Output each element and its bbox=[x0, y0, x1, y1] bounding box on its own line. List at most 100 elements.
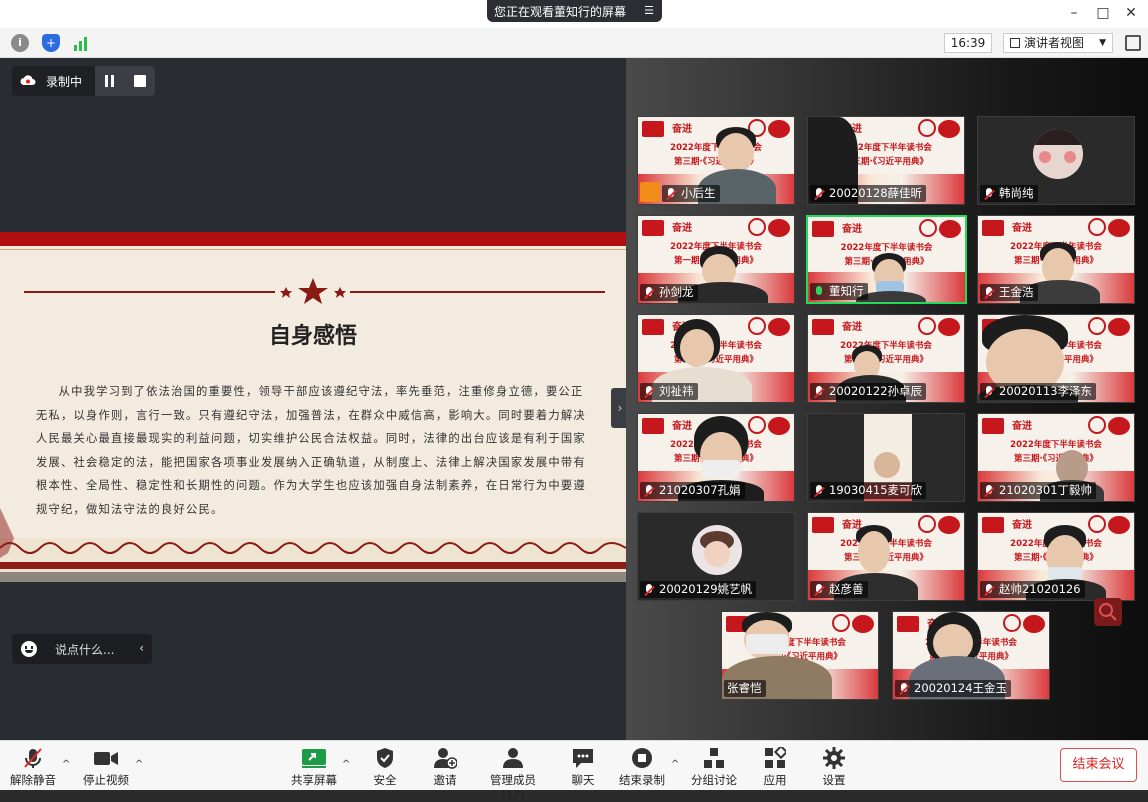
participant-name-label: 19030415麦可欣 bbox=[810, 482, 927, 499]
mic-muted-icon bbox=[983, 484, 995, 497]
slide-top-band bbox=[0, 232, 626, 246]
mic-muted-icon bbox=[983, 187, 995, 200]
participant-tile[interactable]: 奋进 2022年度下半年读书会 第三期·《习近平用典》 20020122孙卓辰 bbox=[807, 314, 965, 403]
participant-tile-active-speaker[interactable]: 奋进 2022年度下半年读书会第三期·《习近平用典》 董知行 bbox=[806, 215, 967, 304]
chevron-up-icon[interactable]: ^ bbox=[671, 759, 679, 770]
cloud-record-icon bbox=[20, 74, 36, 89]
mic-muted-icon bbox=[983, 286, 995, 299]
pause-recording-icon[interactable] bbox=[105, 75, 115, 87]
mic-active-icon bbox=[813, 285, 825, 298]
chat-input[interactable]: 说点什么... ‹ bbox=[12, 634, 152, 664]
fullscreen-icon[interactable] bbox=[1125, 35, 1141, 51]
close-button[interactable]: ✕ bbox=[1121, 4, 1141, 22]
chat-placeholder: 说点什么... bbox=[55, 642, 115, 657]
recording-label: 录制中 bbox=[46, 74, 83, 89]
apps-button[interactable]: 应用 bbox=[760, 744, 790, 788]
participant-avatar bbox=[1033, 129, 1083, 179]
participant-name-label: 王金浩 bbox=[980, 284, 1038, 301]
participant-name-label: 小后生 bbox=[662, 185, 720, 202]
share-notice-text: 您正在观看董知行的屏幕 bbox=[494, 4, 627, 19]
chevron-up-icon[interactable]: ^ bbox=[342, 759, 350, 770]
meeting-info-bar: i + 16:39 演讲者视图 ▼ bbox=[0, 28, 1148, 58]
apps-grid-icon bbox=[760, 744, 790, 769]
share-screen-button[interactable]: 共享屏幕 bbox=[290, 747, 338, 788]
recording-indicator: 录制中 bbox=[12, 66, 155, 96]
view-mode-label: 演讲者视图 bbox=[1024, 36, 1085, 50]
participant-name-label: 20020128薛佳昕 bbox=[810, 185, 927, 202]
participant-tile[interactable]: 奋进 2022年度下半年读书会第三期·《习近平用典》 张睿恺 bbox=[721, 611, 879, 700]
participant-gallery: 奋进 2022年度下半年读书会第三期·《习近平用典》 小后生 奋进 2022年度… bbox=[626, 58, 1148, 740]
participant-tile[interactable]: 奋进 2022年度下半年读书会第三期·《习近平用典》 20020124王金玉 bbox=[892, 611, 1050, 700]
meeting-controls-bar: 解除静音 ^ 停止视频 ^ 共享屏幕 ^ 安全 邀请 管理成员(17) 聊天 结… bbox=[0, 740, 1148, 802]
search-icon[interactable] bbox=[1094, 598, 1122, 626]
participant-tile[interactable]: 奋进 2022年度下半年读书会第三期·《习近平用典》 20020113李泽东 bbox=[977, 314, 1135, 403]
participant-tile[interactable]: 奋进 2022年度下半年读书会第三期·《习近平用典》 刘祉祎 bbox=[637, 314, 795, 403]
maximize-button[interactable]: □ bbox=[1093, 4, 1113, 22]
participant-tile[interactable]: 韩尚纯 bbox=[977, 116, 1135, 205]
manage-members-button[interactable]: 管理成员(17) bbox=[479, 747, 547, 802]
breakout-icon bbox=[690, 747, 738, 769]
menu-icon[interactable]: ☰ bbox=[644, 4, 654, 17]
stop-video-button[interactable]: 停止视频 bbox=[82, 747, 130, 788]
mic-muted-icon bbox=[813, 484, 825, 497]
view-mode-icon bbox=[1010, 38, 1020, 48]
unmute-button[interactable]: 解除静音 bbox=[10, 747, 56, 788]
end-recording-button[interactable]: 结束录制 bbox=[618, 747, 666, 788]
screen-share-notice[interactable]: 您正在观看董知行的屏幕 ☰ bbox=[487, 0, 662, 22]
security-button[interactable]: 安全 bbox=[370, 747, 400, 788]
participant-tile[interactable]: 奋进 2022年度下半年读书会第一期·《习近平用典》 孙剑龙 bbox=[637, 215, 795, 304]
participant-tile[interactable]: 19030415麦可欣 bbox=[807, 413, 965, 502]
info-icon[interactable]: i bbox=[11, 34, 29, 52]
participant-tile[interactable]: 奋进 2022年度下半年读书会第三期·《习近平用典》 20020128薛佳昕 bbox=[807, 116, 965, 205]
mic-muted-icon bbox=[10, 747, 56, 769]
user-avatar-icon bbox=[640, 182, 660, 202]
emoji-icon[interactable] bbox=[21, 641, 37, 657]
minimize-button[interactable]: – bbox=[1064, 4, 1084, 22]
mic-muted-icon bbox=[643, 484, 655, 497]
participant-name-label: 21020307孔娟 bbox=[640, 482, 745, 499]
participant-name-label: 20020113李泽东 bbox=[980, 383, 1097, 400]
slide-top-border bbox=[0, 246, 626, 250]
mic-muted-icon bbox=[643, 286, 655, 299]
add-user-icon bbox=[430, 747, 460, 769]
chat-button[interactable]: 聊天 bbox=[568, 747, 598, 788]
shield-icon bbox=[370, 747, 400, 769]
chevron-left-icon[interactable]: ‹ bbox=[139, 641, 144, 655]
participant-name-label: 张睿恺 bbox=[724, 680, 766, 697]
participant-tile[interactable]: 奋进 2022年度下半年读书会第三期·《习近平用典》 赵帅21020126 bbox=[977, 512, 1135, 601]
mic-muted-icon bbox=[813, 583, 825, 596]
chat-bubble-icon bbox=[568, 747, 598, 769]
shared-screen-area: 录制中 自身感悟 从中我学习到了依法治国的重要性，领导干部应该遵纪守法，率先垂范… bbox=[0, 58, 629, 740]
invite-button[interactable]: 邀请 bbox=[430, 747, 460, 788]
participant-tile[interactable]: 奋进 2022年度下半年读书会第三期·《习近平用典》 王金浩 bbox=[977, 215, 1135, 304]
chevron-up-icon[interactable]: ^ bbox=[62, 759, 70, 770]
recording-controls bbox=[95, 66, 155, 96]
participant-tile[interactable]: 奋进 2022年度下半年读书会 第三期·《习近平用典》 小后生 bbox=[637, 116, 795, 205]
video-camera-icon bbox=[82, 747, 130, 769]
end-meeting-button[interactable]: 结束会议 bbox=[1060, 748, 1137, 782]
chevron-up-icon[interactable]: ^ bbox=[135, 759, 143, 770]
participant-tile[interactable]: 奋进 2022年度下半年读书会第三期·《习近平用典》 赵彦善 bbox=[807, 512, 965, 601]
breakout-rooms-button[interactable]: 分组讨论 bbox=[690, 747, 738, 788]
participant-tile[interactable]: 奋进 2022年度下半年读书会 第三期·《习近平用典》 21020301丁毅帅 bbox=[977, 413, 1135, 502]
stop-recording-icon[interactable] bbox=[134, 75, 146, 87]
participant-name-label: 孙剑龙 bbox=[640, 284, 698, 301]
mic-muted-icon bbox=[983, 583, 995, 596]
decorative-border-pattern bbox=[0, 508, 626, 582]
participant-tile[interactable]: 奋进 2022年度下半年读书会第三期·《习近平用典》 21020307孔娟 bbox=[637, 413, 795, 502]
mic-muted-icon bbox=[813, 385, 825, 398]
view-mode-dropdown[interactable]: 演讲者视图 ▼ bbox=[1003, 33, 1113, 53]
participant-tile[interactable]: 20020129姚艺帆 bbox=[637, 512, 795, 601]
participant-name-label: 韩尚纯 bbox=[980, 185, 1038, 202]
title-bar: 您正在观看董知行的屏幕 ☰ – □ ✕ bbox=[0, 0, 1148, 28]
settings-button[interactable]: 设置 bbox=[819, 747, 849, 788]
mic-muted-icon bbox=[665, 187, 677, 200]
signal-icon[interactable] bbox=[72, 34, 90, 52]
participant-name-label: 21020301丁毅帅 bbox=[980, 482, 1097, 499]
star-divider bbox=[24, 278, 605, 304]
participant-avatar bbox=[692, 525, 742, 575]
presentation-slide: 自身感悟 从中我学习到了依法治国的重要性，领导干部应该遵纪守法，率先垂范，注重修… bbox=[0, 232, 626, 582]
security-shield-icon[interactable]: + bbox=[42, 34, 60, 52]
share-screen-icon bbox=[290, 747, 338, 769]
gear-icon bbox=[819, 747, 849, 769]
